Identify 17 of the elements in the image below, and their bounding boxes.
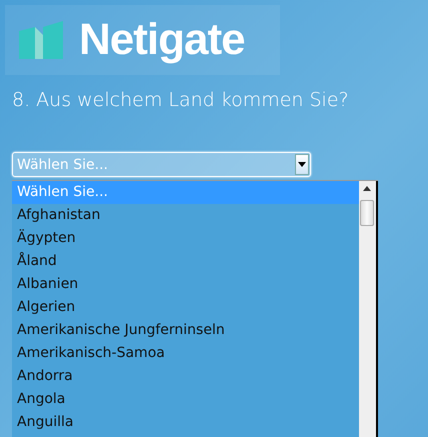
country-option[interactable]: Andorra	[12, 365, 359, 388]
country-option[interactable]: Albanien	[12, 273, 359, 296]
logo-text: Netigate	[79, 15, 245, 65]
country-option[interactable]: Amerikanische Jungferninseln	[12, 319, 359, 342]
dropdown-button[interactable]	[295, 154, 309, 175]
country-option[interactable]: Algerien	[12, 296, 359, 319]
scroll-thumb[interactable]	[360, 200, 374, 226]
scroll-bar[interactable]	[359, 181, 378, 437]
country-option[interactable]: Ägypten	[12, 227, 359, 250]
country-option[interactable]: Anguilla	[12, 411, 359, 434]
question-text: 8. Aus welchem Land kommen Sie?	[12, 89, 350, 113]
country-option[interactable]: Afghanistan	[12, 204, 359, 227]
country-option[interactable]: Åland	[12, 250, 359, 273]
country-option[interactable]: Angola	[12, 388, 359, 411]
caret-icon	[298, 162, 306, 167]
scroll-up-icon[interactable]	[363, 186, 371, 191]
country-option[interactable]: Amerikanisch-Samoa	[12, 342, 359, 365]
